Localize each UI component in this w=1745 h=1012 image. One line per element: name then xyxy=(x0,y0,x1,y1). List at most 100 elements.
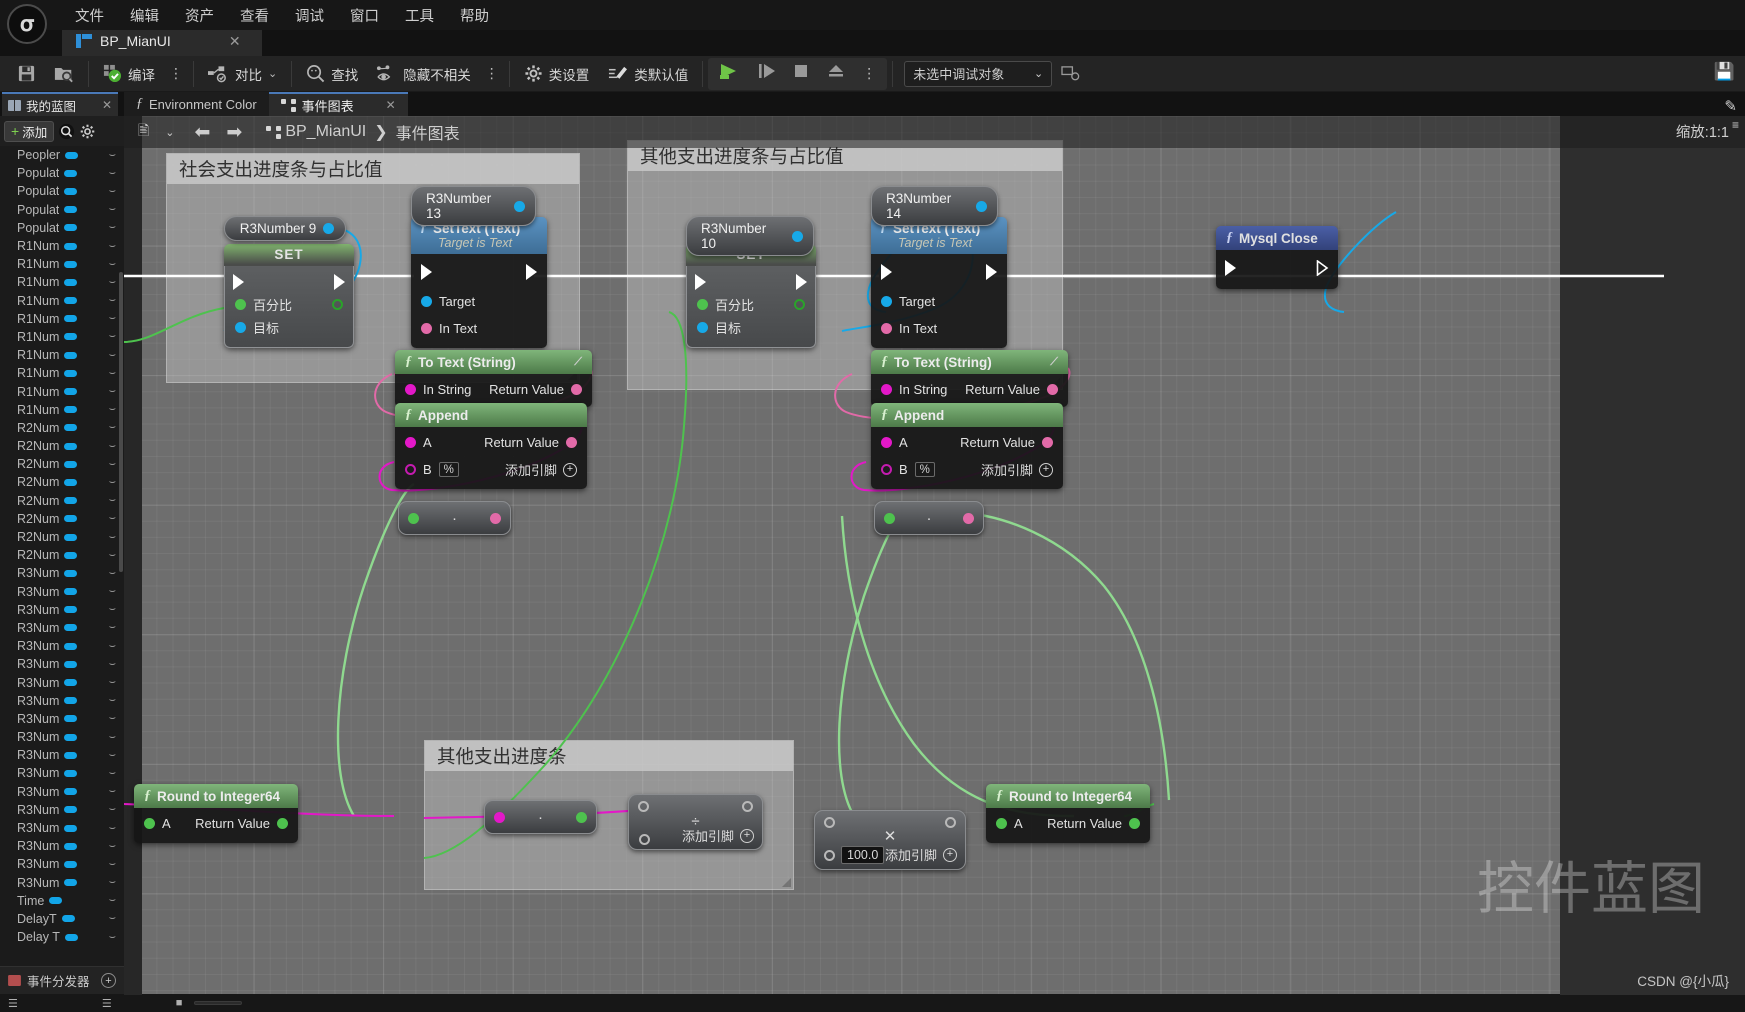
variable-type-pill-icon[interactable] xyxy=(64,187,78,195)
exec-in-pin[interactable] xyxy=(233,273,244,290)
stop-button[interactable] xyxy=(786,60,817,87)
variable-list-item[interactable]: Populat ⌣ xyxy=(0,219,124,237)
variable-list-item[interactable]: R1Num ⌣ xyxy=(0,328,124,346)
output-pin-blue[interactable] xyxy=(514,200,525,212)
arrow-left-icon[interactable]: ⬅ xyxy=(184,119,216,146)
eye-closed-icon[interactable]: ⌣ xyxy=(109,495,116,506)
variable-list-item[interactable]: R1Num ⌣ xyxy=(0,310,124,328)
input-pin-target[interactable] xyxy=(235,322,246,333)
variable-type-pill-icon[interactable] xyxy=(64,860,78,868)
variable-type-pill-icon[interactable] xyxy=(64,278,78,286)
eye-closed-icon[interactable]: ⌣ xyxy=(109,658,116,670)
variable-list-item[interactable]: R2Num ⌣ xyxy=(0,492,124,510)
output-pin[interactable] xyxy=(945,817,956,828)
variable-type-pill-icon[interactable] xyxy=(64,769,78,777)
eye-closed-icon[interactable]: ⌣ xyxy=(109,149,116,161)
round-to-integer64-node-left[interactable]: ƒ Round to Integer64 A Return Value xyxy=(134,784,298,843)
menu-item-debug[interactable]: 调试 xyxy=(282,2,337,29)
variable-list-item[interactable]: Peopler ⌣ xyxy=(0,146,124,164)
menu-item-tools[interactable]: 工具 xyxy=(392,2,447,29)
status-command-input[interactable] xyxy=(194,1001,243,1005)
input-pin-target[interactable] xyxy=(697,322,708,333)
set-node-right[interactable]: SET 百分比 目标 xyxy=(686,244,816,348)
output-pin[interactable] xyxy=(963,512,974,524)
variable-get-r3number13[interactable]: R3Number 13 xyxy=(411,186,536,226)
variable-type-pill-icon[interactable] xyxy=(64,806,78,814)
variable-type-pill-icon[interactable] xyxy=(64,424,78,432)
gear-icon[interactable] xyxy=(79,123,96,140)
input-pin-b[interactable] xyxy=(881,464,892,475)
browse-content-button[interactable] xyxy=(45,59,83,89)
exec-in-pin[interactable] xyxy=(421,264,432,280)
resize-handle[interactable] xyxy=(782,878,791,887)
input-pin-a[interactable] xyxy=(638,801,649,812)
input-pin-a[interactable] xyxy=(408,512,419,524)
input-pin-instring[interactable] xyxy=(881,384,892,395)
exec-out-pin[interactable] xyxy=(1316,259,1329,276)
variable-type-pill-icon[interactable] xyxy=(64,751,78,759)
input-pin-a[interactable] xyxy=(996,818,1007,829)
output-pin[interactable] xyxy=(490,512,501,524)
variable-list-item[interactable]: R3Num ⌣ xyxy=(0,746,124,764)
eye-closed-icon[interactable]: ⌣ xyxy=(109,804,116,815)
input-pin-instring[interactable] xyxy=(405,384,416,395)
variable-get-r3number9[interactable]: R3Number 9 xyxy=(224,216,346,241)
round-to-integer64-node-right[interactable]: ƒ Round to Integer64 A Return Value xyxy=(986,784,1150,843)
graph-options-kebab-icon[interactable]: ⋮ xyxy=(480,65,504,82)
multiply-node-bottom[interactable]: · xyxy=(484,800,597,834)
eye-closed-icon[interactable]: ⌣ xyxy=(109,185,116,197)
multiply-100-node-bottom[interactable]: ✕ 100.0 添加引脚 + xyxy=(814,810,966,870)
variable-list-item[interactable]: R3Num ⌣ xyxy=(0,801,124,819)
variable-list-item[interactable]: R3Num ⌣ xyxy=(0,619,124,637)
panel-menu-icon[interactable]: ≡ xyxy=(1732,118,1739,132)
variable-list-item[interactable]: R1Num ⌣ xyxy=(0,237,124,255)
input-pin-target[interactable] xyxy=(881,296,892,307)
output-pin-returnvalue[interactable] xyxy=(1042,437,1053,448)
eye-closed-icon[interactable]: ⌣ xyxy=(109,458,116,470)
close-icon[interactable]: ✕ xyxy=(229,33,241,50)
menu-item-edit[interactable]: 编辑 xyxy=(117,2,172,29)
close-icon[interactable]: ✕ xyxy=(386,98,396,112)
add-button[interactable]: + 添加 xyxy=(4,120,55,142)
eye-closed-icon[interactable]: ⌣ xyxy=(109,476,116,488)
input-pin-a[interactable] xyxy=(824,817,835,828)
variable-type-pill-icon[interactable] xyxy=(64,224,78,232)
variable-type-pill-icon[interactable] xyxy=(64,497,78,505)
input-pin-target[interactable] xyxy=(421,296,432,307)
variable-type-pill-icon[interactable] xyxy=(64,333,78,341)
variable-list-item[interactable]: R1Num ⌣ xyxy=(0,382,124,400)
step-button[interactable] xyxy=(750,60,784,87)
settext-node-right[interactable]: ƒ SetText (Text) Target is Text Target I… xyxy=(871,217,1007,348)
input-pin-a[interactable] xyxy=(881,437,892,448)
input-pin-intext[interactable] xyxy=(421,323,432,334)
exec-out-pin[interactable] xyxy=(796,273,807,290)
eye-closed-icon[interactable]: ⌣ xyxy=(109,349,116,361)
output-pin[interactable] xyxy=(742,801,753,812)
edit-pencil-icon[interactable]: ✎ xyxy=(1724,97,1737,115)
add-pin-icon[interactable]: + xyxy=(563,462,577,477)
variable-type-pill-icon[interactable] xyxy=(64,442,78,450)
variable-type-pill-icon[interactable] xyxy=(64,715,78,723)
variable-list-item[interactable]: R1Num ⌣ xyxy=(0,292,124,310)
output-pin-blue[interactable] xyxy=(976,200,987,212)
find-button[interactable]: 查找 xyxy=(297,59,367,89)
variable-list-item[interactable]: R2Num ⌣ xyxy=(0,510,124,528)
debug-object-select[interactable]: 未选中调试对象 ⌄ xyxy=(904,60,1053,87)
input-pin-a[interactable] xyxy=(144,818,155,829)
eye-closed-icon[interactable]: ⌣ xyxy=(109,695,116,706)
multiply-b-value-field[interactable]: 100.0 xyxy=(841,846,885,864)
variable-list-item[interactable]: R2Num ⌣ xyxy=(0,473,124,491)
variable-type-pill-icon[interactable] xyxy=(64,588,78,596)
append-node-left[interactable]: ƒ Append A Return Value B % 添加引脚 + xyxy=(395,403,587,489)
class-settings-button[interactable]: 类设置 xyxy=(515,59,599,89)
add-pin-control[interactable]: 添加引脚 + xyxy=(981,460,1053,479)
status-cmd-icon[interactable]: ■ xyxy=(176,997,183,1009)
eye-closed-icon[interactable]: ⌣ xyxy=(109,604,116,615)
append-b-value-field[interactable]: % xyxy=(438,462,459,477)
variable-type-pill-icon[interactable] xyxy=(64,879,78,887)
input-pin-a[interactable] xyxy=(405,437,416,448)
variable-type-pill-icon[interactable] xyxy=(64,460,78,468)
variable-type-pill-icon[interactable] xyxy=(65,151,79,159)
eye-closed-icon[interactable]: ⌣ xyxy=(109,640,116,652)
variable-type-pill-icon[interactable] xyxy=(64,169,78,177)
